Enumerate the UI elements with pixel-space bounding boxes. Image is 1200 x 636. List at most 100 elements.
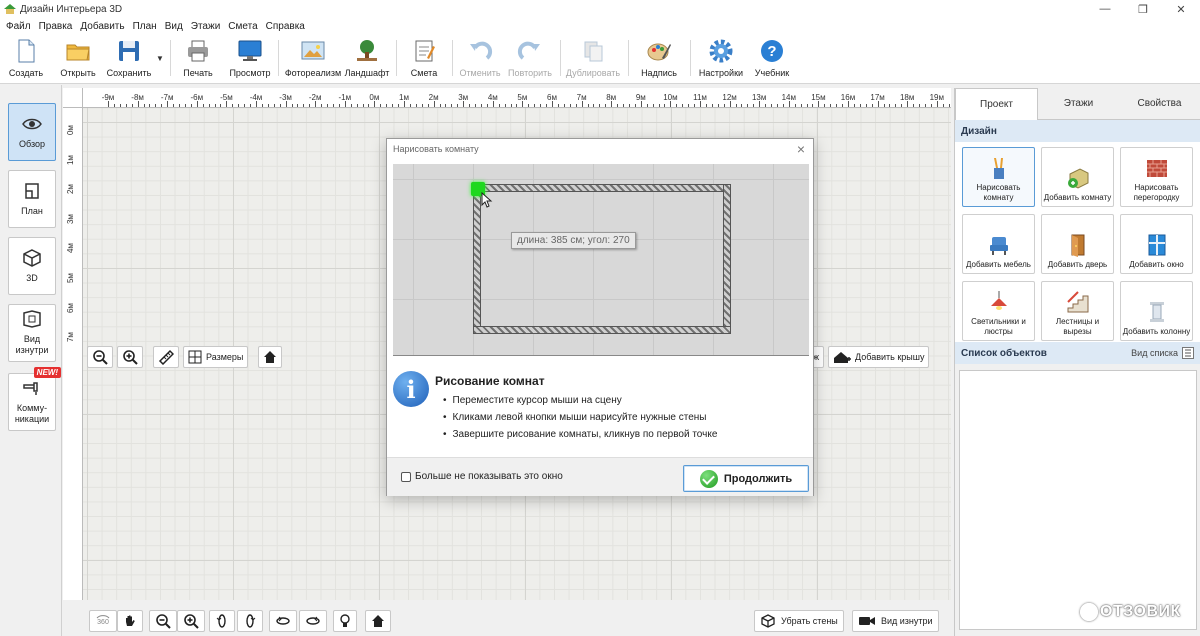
tilt-up-button[interactable]: [269, 610, 297, 632]
ruler-tick: [587, 104, 589, 107]
info-heading: Рисование комнат: [435, 374, 545, 388]
ruler-tick: [640, 101, 642, 107]
ruler-tick-label: 1м: [66, 154, 75, 165]
design-header: Дизайн: [955, 120, 1200, 142]
preview-button[interactable]: Просмотр: [228, 38, 272, 82]
menu-view[interactable]: Вид: [163, 21, 189, 32]
brick-wall-icon: [1145, 156, 1169, 180]
svg-text:360: 360: [97, 619, 109, 626]
menu-file[interactable]: Файл: [4, 21, 37, 32]
estimate-button[interactable]: Смета: [406, 38, 442, 82]
3d-button[interactable]: 3D: [8, 237, 56, 295]
dimensions-button[interactable]: Размеры: [183, 346, 249, 368]
add-window-button[interactable]: Добавить окно: [1120, 214, 1193, 274]
zoom-in-button[interactable]: [117, 346, 143, 368]
rotate-right-button[interactable]: [237, 610, 263, 632]
menu-help[interactable]: Справка: [264, 21, 311, 32]
rotate-left-button[interactable]: [209, 610, 235, 632]
ruler-tick: [924, 104, 926, 107]
checkbox-box[interactable]: [401, 471, 411, 482]
ruler-tool-button[interactable]: [153, 346, 179, 368]
ruler-tick: [285, 101, 287, 107]
add-furniture-button[interactable]: Добавить мебель: [962, 214, 1035, 274]
minimize-icon[interactable]: —: [1086, 0, 1124, 18]
open-button[interactable]: Открыть: [56, 38, 100, 82]
ruler-tick: [409, 104, 411, 107]
redo-button[interactable]: Повторить: [506, 38, 554, 82]
label-button[interactable]: Надпись: [638, 38, 680, 82]
add-roof-button[interactable]: Добавить крышу: [828, 346, 930, 368]
inside-view-camera-button[interactable]: Вид изнутри: [852, 610, 939, 632]
photorealism-button[interactable]: Фотореализм: [284, 38, 342, 82]
rotate-360-button[interactable]: 360: [89, 610, 117, 632]
communications-button[interactable]: NEW! Комму-никации: [8, 367, 61, 431]
ruler-tick: [167, 101, 169, 107]
plan-button[interactable]: План: [8, 170, 56, 228]
zoom-out-button[interactable]: [87, 346, 113, 368]
duplicate-icon: [580, 38, 606, 64]
dont-show-again-checkbox[interactable]: Больше не показывать это окно: [401, 471, 563, 482]
tilt-down-button[interactable]: [299, 610, 327, 632]
toolbar-divider: [690, 40, 691, 76]
ruler-tick: [682, 104, 684, 107]
draw-partition-button[interactable]: Нарисовать перегородку: [1120, 147, 1193, 207]
plan-icon: [22, 182, 42, 200]
menu-plan[interactable]: План: [131, 21, 163, 32]
save-dropdown-icon[interactable]: ▼: [156, 54, 164, 63]
home-button[interactable]: [258, 346, 283, 368]
menu-bar: Файл Правка Добавить План Вид Этажи Смет…: [0, 18, 1200, 34]
zoom-out-icon: [156, 614, 171, 629]
ruler-icon: [158, 349, 174, 365]
watermark-logo: ОТЗОВИК: [1080, 603, 1181, 621]
ruler-tick: [137, 101, 139, 107]
menu-floors[interactable]: Этажи: [189, 21, 227, 32]
close-icon[interactable]: ✕: [1162, 0, 1200, 18]
view-list-toggle[interactable]: Вид списка: [1131, 347, 1194, 359]
menu-add[interactable]: Добавить: [78, 21, 130, 32]
settings-button[interactable]: Настройки: [698, 38, 744, 82]
zoom-out-3d-button[interactable]: [149, 610, 177, 632]
add-door-button[interactable]: Добавить дверь: [1041, 214, 1114, 274]
ruler-tick: [729, 101, 731, 107]
ruler-tick-label: 4м: [66, 243, 75, 254]
tab-floors[interactable]: Этажи: [1038, 88, 1119, 119]
ruler-tick: [504, 104, 506, 107]
save-button[interactable]: Сохранить: [106, 38, 152, 82]
design-tools-grid: Нарисовать комнату Добавить комнату Нари…: [955, 142, 1200, 342]
maximize-icon[interactable]: ❐: [1124, 0, 1162, 18]
objects-list[interactable]: [959, 370, 1197, 630]
print-button[interactable]: Печать: [180, 38, 216, 82]
continue-button[interactable]: Продолжить: [683, 465, 809, 492]
pan-hand-button[interactable]: [117, 610, 143, 632]
ruler-tick: [475, 104, 477, 107]
menu-edit[interactable]: Правка: [37, 21, 79, 32]
tutorial-button[interactable]: ? Учебник: [752, 38, 792, 82]
overview-button[interactable]: Обзор: [8, 103, 56, 161]
ruler-tick: [149, 104, 151, 107]
dialog-close-icon[interactable]: ×: [797, 141, 805, 157]
lighting-button[interactable]: [333, 610, 357, 632]
zoom-in-3d-button[interactable]: [177, 610, 205, 632]
undo-button[interactable]: Отменить: [458, 38, 502, 82]
ruler-tick: [202, 104, 204, 107]
create-button[interactable]: Создать: [6, 38, 46, 82]
add-room-button[interactable]: Добавить комнату: [1041, 147, 1114, 207]
room-interior-icon: [22, 310, 42, 328]
ruler-tick: [303, 104, 305, 107]
add-column-button[interactable]: Добавить колонну: [1120, 281, 1193, 341]
draw-room-button[interactable]: Нарисовать комнату: [962, 147, 1035, 207]
ruler-tick: [256, 101, 257, 107]
stairs-button[interactable]: Лестницы и вырезы: [1041, 281, 1114, 341]
landscape-button[interactable]: Ландшафт: [344, 38, 390, 82]
menu-estimate[interactable]: Смета: [226, 21, 263, 32]
ruler-tick: [368, 104, 370, 107]
ruler-tick: [546, 104, 548, 107]
duplicate-button[interactable]: Дублировать: [564, 38, 622, 82]
tab-properties[interactable]: Свойства: [1119, 88, 1200, 119]
lights-button[interactable]: Светильники и люстры: [962, 281, 1035, 341]
home-3d-button[interactable]: [365, 610, 391, 632]
remove-walls-button[interactable]: Убрать стены: [754, 610, 844, 632]
tab-project[interactable]: Проект: [955, 88, 1038, 120]
ruler-tick: [498, 104, 500, 107]
inside-view-button[interactable]: Вид изнутри: [8, 304, 56, 362]
